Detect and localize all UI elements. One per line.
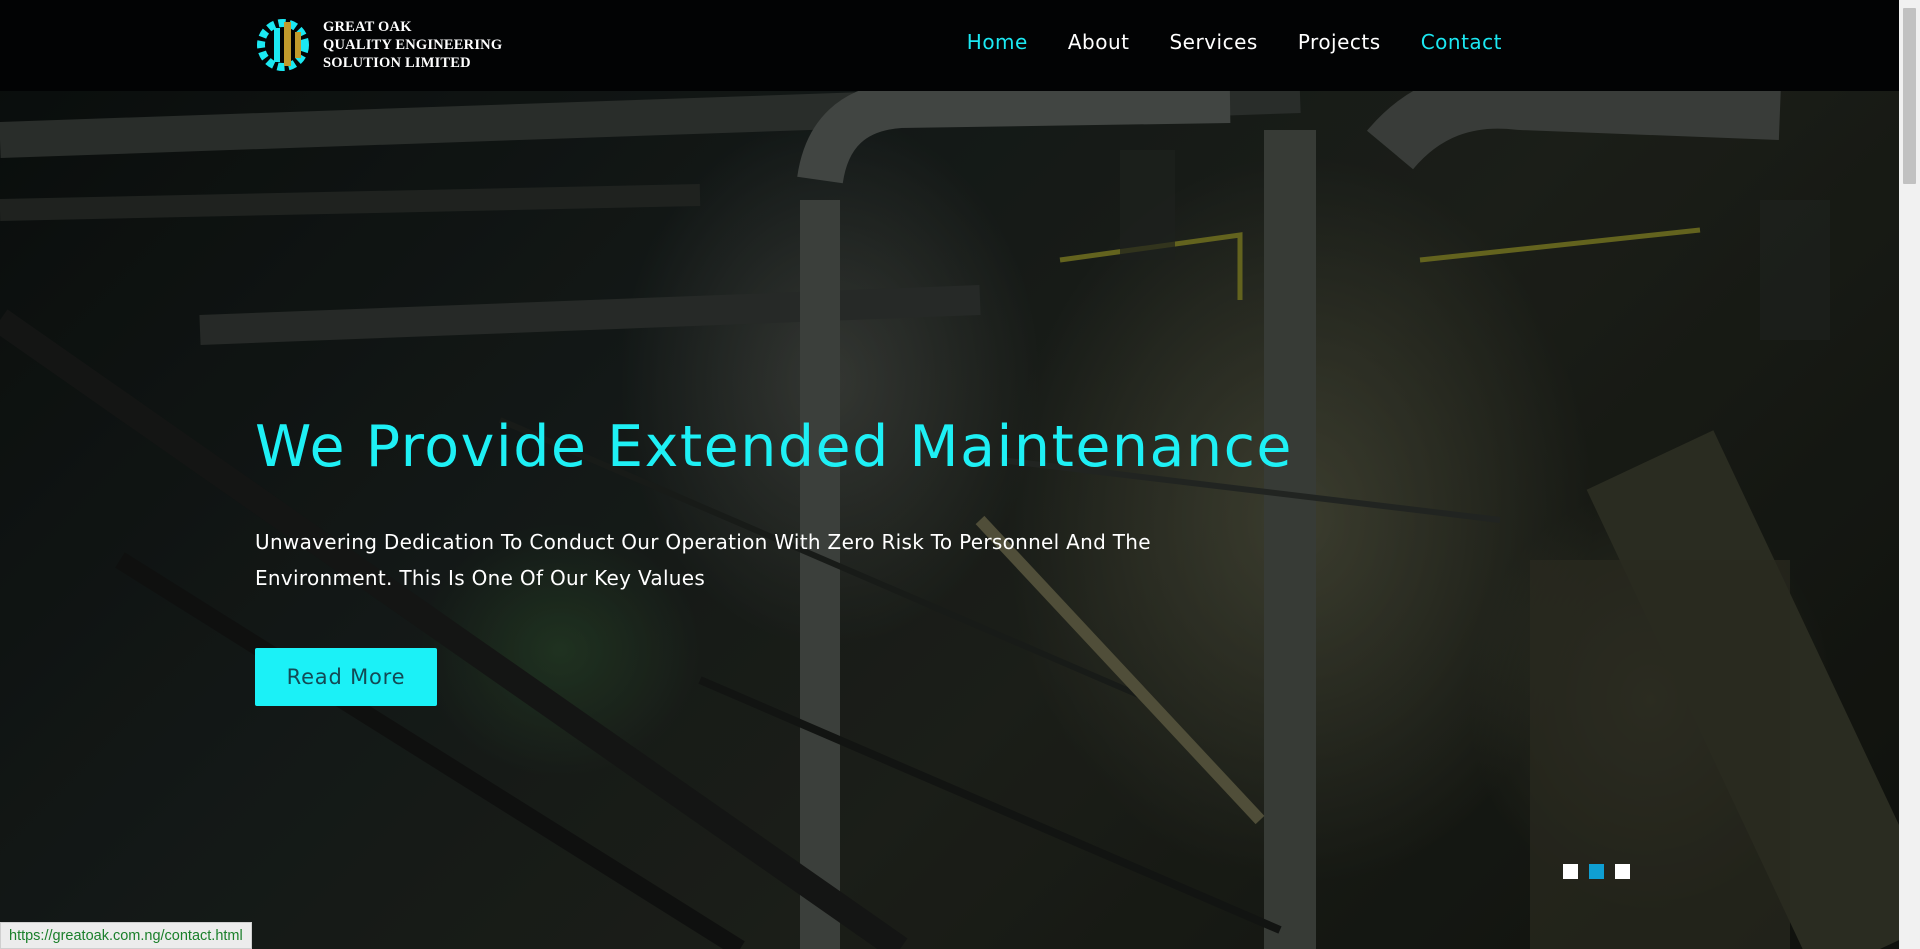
nav-contact[interactable]: Contact [1421, 30, 1502, 54]
hero-content: We Provide Extended Maintenance Unwaveri… [255, 412, 1455, 706]
main-nav: Home About Services Projects Contact [967, 30, 1502, 54]
read-more-button[interactable]: Read More [255, 648, 437, 706]
nav-home[interactable]: Home [967, 30, 1028, 54]
scrollbar-thumb[interactable] [1903, 8, 1916, 184]
slider-dot-1[interactable] [1563, 864, 1578, 879]
nav-projects[interactable]: Projects [1298, 30, 1381, 54]
brand-logo[interactable]: GREAT OAK QUALITY ENGINEERING SOLUTION L… [255, 10, 515, 80]
nav-services[interactable]: Services [1169, 30, 1257, 54]
brand-line-2: QUALITY ENGINEERING [323, 37, 503, 53]
brand-line-1: GREAT OAK [323, 19, 412, 35]
page-scrollbar[interactable] [1899, 0, 1920, 949]
slider-dot-2[interactable] [1589, 864, 1604, 879]
brand-line-3: SOLUTION LIMITED [323, 55, 471, 71]
slider-dots [1563, 864, 1630, 879]
hero-headline: We Provide Extended Maintenance [255, 414, 1293, 480]
top-navbar: GREAT OAK QUALITY ENGINEERING SOLUTION L… [0, 0, 1899, 91]
nav-about[interactable]: About [1068, 30, 1130, 54]
brand-name: GREAT OAK QUALITY ENGINEERING SOLUTION L… [323, 18, 502, 72]
hero-subtext: Unwavering Dedication To Conduct Our Ope… [255, 530, 1151, 590]
gear-logo-icon [257, 19, 309, 71]
slider-dot-3[interactable] [1615, 864, 1630, 879]
status-bar-url: https://greatoak.com.ng/contact.html [0, 922, 252, 949]
